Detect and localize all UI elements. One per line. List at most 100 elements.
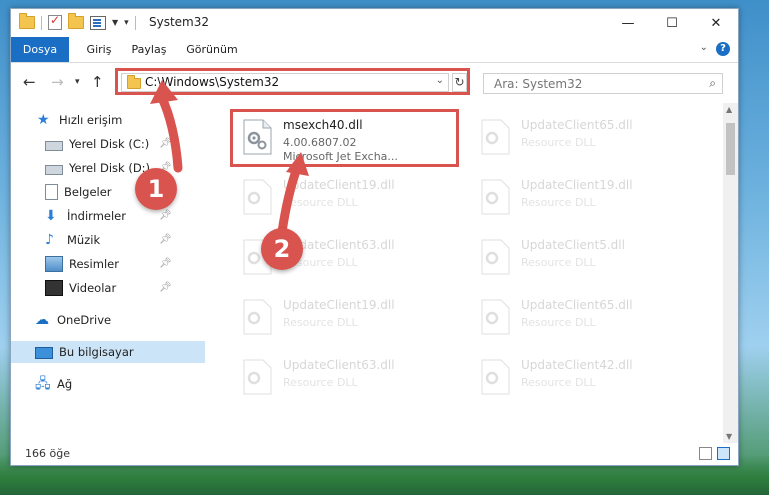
step-1-badge: 1 <box>135 168 177 210</box>
back-arrow-icon[interactable]: ← <box>23 73 36 91</box>
dll-file-icon <box>243 179 272 215</box>
star-icon: ★ <box>37 112 50 128</box>
ribbon-tabs: Dosya Giriş Paylaş Görünüm ⌄ ? <box>11 37 738 63</box>
documents-icon <box>45 184 58 200</box>
sidebar-item-label: OneDrive <box>57 313 112 327</box>
file-name: UpdateClient19.dll <box>283 298 395 312</box>
pictures-icon <box>45 256 63 272</box>
file-name: UpdateClient65.dll <box>521 118 633 132</box>
file-tile[interactable]: UpdateClient19.dll Resource DLL <box>471 171 701 229</box>
drive-icon <box>45 140 63 151</box>
address-highlight-box <box>115 68 470 95</box>
file-description: Resource DLL <box>521 136 596 149</box>
sidebar-item-onedrive[interactable]: ☁ OneDrive <box>11 309 205 331</box>
sidebar-item-label: Yerel Disk (D:) <box>69 161 151 175</box>
pin-icon[interactable]: 📌︎ <box>159 234 172 245</box>
help-icon[interactable]: ? <box>716 42 730 56</box>
sidebar-item-downloads[interactable]: ⬇ İndirmeler 📌︎ <box>11 205 205 227</box>
sidebar-item-label: Resimler <box>69 257 119 271</box>
minimize-button[interactable]: — <box>606 9 650 37</box>
file-tile[interactable]: UpdateClient19.dll Resource DLL <box>233 291 463 349</box>
tab-share[interactable]: Paylaş <box>125 37 173 62</box>
file-tile[interactable]: UpdateClient65.dll Resource DLL <box>471 291 701 349</box>
dll-file-icon <box>481 179 510 215</box>
search-input[interactable] <box>492 76 696 92</box>
file-description: Resource DLL <box>521 316 596 329</box>
vertical-scrollbar[interactable]: ▲ ▼ <box>723 103 738 443</box>
file-explorer-window: ▼ ▾ System32 — ☐ ✕ Dosya Giriş Paylaş Gö… <box>10 8 739 466</box>
sidebar-item-label: Bu bilgisayar <box>59 345 134 359</box>
sidebar-item-label: Hızlı erişim <box>59 113 123 127</box>
file-tile[interactable]: UpdateClient65.dll Resource DLL <box>471 111 701 169</box>
file-name: UpdateClient42.dll <box>521 358 633 372</box>
tab-home[interactable]: Giriş <box>77 37 121 62</box>
quick-access-toolbar: ▼ ▾ <box>19 13 136 30</box>
pin-icon[interactable]: 📌︎ <box>159 282 172 293</box>
scroll-up-icon[interactable]: ▲ <box>726 105 732 114</box>
sidebar-item-music[interactable]: ♪ Müzik 📌︎ <box>11 229 205 251</box>
scroll-down-icon[interactable]: ▼ <box>726 432 732 441</box>
file-name: UpdateClient65.dll <box>521 298 633 312</box>
expand-ribbon-icon[interactable]: ⌄ <box>700 42 708 53</box>
chevron-down-icon[interactable]: ▼ <box>112 18 118 27</box>
file-name: UpdateClient63.dll <box>283 358 395 372</box>
file-tile[interactable]: UpdateClient19.dll Resource DLL <box>233 171 463 229</box>
file-tile[interactable]: UpdateClient5.dll Resource DLL <box>471 231 701 289</box>
up-arrow-icon[interactable]: ↑ <box>91 73 104 91</box>
sidebar-item-network[interactable]: 🖧︎ Ağ <box>11 373 205 395</box>
sidebar-item-quick-access[interactable]: ★ Hızlı erişim <box>11 109 205 131</box>
folder-icon <box>19 13 35 29</box>
status-bar: 166 öğe <box>11 443 738 465</box>
download-icon: ⬇ <box>45 208 57 224</box>
dll-file-icon <box>243 299 272 335</box>
pin-icon[interactable]: 📌︎ <box>159 138 172 149</box>
item-count: 166 öğe <box>25 447 70 460</box>
title-bar: ▼ ▾ System32 — ☐ ✕ <box>11 9 738 37</box>
file-tile[interactable]: UpdateClient42.dll Resource DLL <box>471 351 701 409</box>
file-description: Resource DLL <box>283 196 358 209</box>
new-folder-icon[interactable] <box>68 13 84 29</box>
scrollbar-thumb[interactable] <box>726 123 735 175</box>
file-name: UpdateClient19.dll <box>283 178 395 192</box>
cloud-icon: ☁ <box>35 312 49 328</box>
properties-icon[interactable] <box>90 15 106 30</box>
pin-icon[interactable]: 📌︎ <box>159 210 172 221</box>
computer-icon <box>35 347 53 359</box>
maximize-button[interactable]: ☐ <box>650 9 694 37</box>
sidebar-item-local-disk-c[interactable]: Yerel Disk (C:) 📌︎ <box>11 133 205 155</box>
video-icon <box>45 280 63 296</box>
search-icon[interactable]: ⌕ <box>709 76 716 91</box>
file-name: UpdateClient5.dll <box>521 238 625 252</box>
file-description: Resource DLL <box>283 316 358 329</box>
file-description: Resource DLL <box>521 376 596 389</box>
customize-toolbar-icon[interactable]: ▾ <box>124 18 129 28</box>
sidebar-item-label: Belgeler <box>64 185 112 199</box>
navigation-pane: ★ Hızlı erişim Yerel Disk (C:) 📌︎ Yerel … <box>11 103 206 443</box>
sidebar-item-label: Müzik <box>67 233 101 247</box>
dll-file-icon <box>243 359 272 395</box>
sidebar-item-videos[interactable]: Videolar 📌︎ <box>11 277 205 299</box>
step-2-badge: 2 <box>261 228 303 270</box>
file-description: Resource DLL <box>283 376 358 389</box>
pin-icon[interactable]: 📌︎ <box>159 258 172 269</box>
sidebar-item-label: İndirmeler <box>67 209 126 223</box>
file-tile[interactable]: UpdateClient63.dll Resource DLL <box>233 351 463 409</box>
tiles-view-icon[interactable] <box>717 447 730 460</box>
recent-locations-icon[interactable]: ▾ <box>75 77 80 87</box>
toolbar-divider <box>134 15 136 30</box>
dll-file-icon <box>481 119 510 155</box>
sidebar-item-pictures[interactable]: Resimler 📌︎ <box>11 253 205 275</box>
dll-file-icon <box>481 239 510 275</box>
search-box[interactable]: ⌕ <box>483 73 723 94</box>
tab-view[interactable]: Görünüm <box>181 37 243 62</box>
properties-check-icon[interactable] <box>48 13 62 30</box>
navigation-bar: ← → ▾ ↑ C:\Windows\System32 ⌄ ↻ ⌕ <box>11 63 738 101</box>
details-view-icon[interactable] <box>699 447 712 460</box>
tab-file[interactable]: Dosya <box>11 37 69 62</box>
close-button[interactable]: ✕ <box>694 9 738 37</box>
sidebar-item-this-pc[interactable]: Bu bilgisayar <box>11 341 205 363</box>
network-icon: 🖧︎ <box>35 376 51 392</box>
sidebar-item-label: Yerel Disk (C:) <box>69 137 150 151</box>
sidebar-item-local-disk-d[interactable]: Yerel Disk (D:) 📌︎ <box>11 157 205 179</box>
forward-arrow-icon[interactable]: → <box>51 73 64 91</box>
